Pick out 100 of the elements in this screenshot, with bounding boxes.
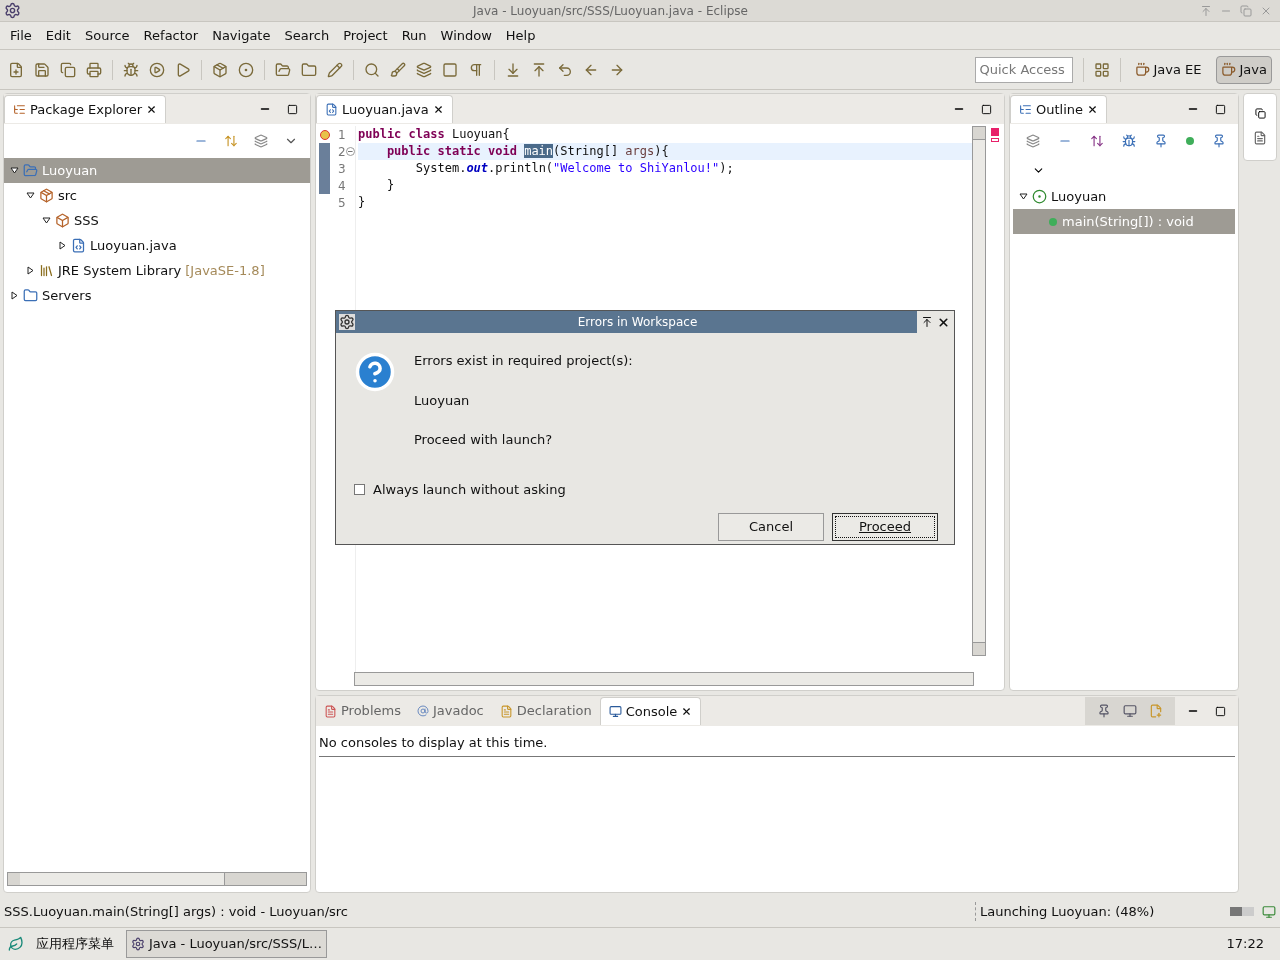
progress-view-icon[interactable]: [1262, 904, 1276, 919]
open-perspective-icon[interactable]: [1093, 61, 1110, 78]
taskbar-window-button[interactable]: Java - Luoyuan/src/SSS/L…: [126, 930, 327, 958]
close-icon[interactable]: [432, 104, 444, 115]
maximize-icon[interactable]: [287, 103, 298, 115]
new-file-icon[interactable]: [8, 61, 24, 78]
perspective-icon: [1220, 62, 1236, 77]
maximize-icon[interactable]: [1215, 103, 1226, 115]
package-folder-icon: [39, 188, 54, 203]
dialog-message: Proceed with launch?: [414, 431, 554, 449]
maximize-icon[interactable]: [981, 103, 992, 115]
project-folder-icon: [23, 163, 38, 178]
run-icon[interactable]: [149, 61, 165, 78]
menu-item[interactable]: Run: [401, 25, 427, 46]
collapsed-triangle-icon[interactable]: [26, 266, 35, 275]
tree-item[interactable]: Servers: [4, 283, 310, 308]
java-file-icon: [71, 238, 86, 253]
dialog-button[interactable]: Proceed: [832, 513, 938, 541]
expanded-triangle-icon[interactable]: [1019, 192, 1028, 201]
dialog-message: Luoyuan: [414, 391, 471, 410]
sort-icon[interactable]: [1090, 134, 1104, 148]
view-tab[interactable]: Declaration: [491, 697, 600, 725]
perspective-button[interactable]: Java: [1215, 55, 1272, 84]
menu-item[interactable]: Source: [84, 25, 130, 46]
quick-access-field[interactable]: Quick Access: [974, 56, 1073, 83]
public-members-filter-icon[interactable]: [1186, 137, 1194, 145]
question-icon: [354, 351, 396, 393]
menu-item[interactable]: Navigate: [212, 25, 271, 46]
previous-annotation-icon[interactable]: [531, 61, 547, 78]
java-file-icon: [325, 103, 338, 116]
package-icon: [55, 213, 70, 228]
perspective-button[interactable]: Java EE: [1130, 55, 1206, 84]
dialog-button[interactable]: Cancel: [718, 513, 824, 541]
view-tab[interactable]: Problems: [316, 697, 409, 725]
horizontal-scrollbar[interactable]: [7, 872, 307, 886]
new-package-icon[interactable]: [212, 61, 228, 78]
open-type-icon[interactable]: [275, 61, 291, 78]
always-launch-checkbox[interactable]: Always launch without asking: [336, 479, 954, 499]
view-tab[interactable]: Outline: [1010, 95, 1108, 123]
expanded-triangle-icon[interactable]: [10, 166, 19, 175]
display-console-icon[interactable]: [1123, 704, 1137, 718]
line-number: 1: [338, 126, 347, 144]
task-list-icon[interactable]: [1253, 131, 1267, 145]
eclipse-gear-icon[interactable]: [4, 2, 21, 19]
view-tab[interactable]: Console: [599, 697, 702, 725]
applications-menu-button[interactable]: 应用程序菜单: [32, 934, 118, 954]
declaration-icon: [499, 704, 513, 718]
class-icon: [1032, 189, 1047, 204]
pilcrow-icon[interactable]: [468, 61, 484, 78]
last-edit-icon[interactable]: [557, 61, 573, 78]
dialog-message: Errors exist in required project(s):: [414, 352, 633, 370]
tree-item[interactable]: SSS: [4, 208, 310, 233]
eclipse-gear-icon[interactable]: [339, 314, 355, 330]
menu-item[interactable]: Refactor: [143, 25, 199, 46]
tree-item[interactable]: src: [4, 183, 310, 208]
next-annotation-icon[interactable]: [505, 61, 521, 78]
app-menu-leaf-icon[interactable]: [8, 936, 24, 952]
horizontal-scrollbar[interactable]: [354, 672, 974, 686]
view-tab[interactable]: Package Explorer: [4, 95, 167, 123]
menu-item[interactable]: Edit: [45, 25, 71, 46]
link-editor-icon[interactable]: [224, 134, 238, 148]
code-line: public class Luoyuan{: [358, 126, 511, 143]
menu-item[interactable]: Search: [284, 25, 330, 46]
save-icon[interactable]: [34, 61, 50, 78]
warning-overview-marker[interactable]: [991, 138, 999, 142]
close-icon[interactable]: [1087, 104, 1099, 115]
close-icon[interactable]: [937, 315, 950, 329]
collapsed-triangle-icon[interactable]: [10, 291, 19, 300]
tree-item[interactable]: JRE System Library [JavaSE-1.8]: [4, 258, 310, 283]
line-number: 3: [338, 160, 347, 178]
close-icon[interactable]: [146, 104, 158, 115]
menu-item[interactable]: Window: [440, 25, 492, 46]
progress-bar: [1230, 907, 1254, 916]
library-qualifier: [JavaSE-1.8]: [185, 261, 265, 280]
view-tab[interactable]: Luoyuan.java: [316, 95, 453, 123]
close-icon[interactable]: [681, 706, 693, 717]
tree-item[interactable]: Luoyuan.java: [4, 233, 310, 258]
restore-icon[interactable]: [1254, 108, 1266, 119]
error-marker-icon[interactable]: [319, 129, 330, 140]
method-dot-icon: [1048, 216, 1058, 227]
collapsed-triangle-icon[interactable]: [58, 241, 67, 250]
window-title: Java - Luoyuan/src/SSS/Luoyuan.java - Eclipse: [471, 2, 749, 20]
save-all-icon[interactable]: [60, 61, 76, 78]
pin-icon[interactable]: [1097, 704, 1111, 718]
expanded-triangle-icon[interactable]: [26, 191, 35, 200]
print-icon[interactable]: [86, 61, 102, 78]
vertical-scrollbar[interactable]: [972, 126, 986, 656]
open-task-icon[interactable]: [301, 61, 317, 78]
view-tab[interactable]: Javadoc: [408, 697, 492, 725]
tree-item[interactable]: Luoyuan: [1013, 184, 1235, 209]
expanded-triangle-icon[interactable]: [42, 216, 51, 225]
shade-icon[interactable]: [921, 316, 933, 328]
debug-icon[interactable]: [123, 61, 139, 78]
problems-icon: [324, 704, 337, 718]
menu-item[interactable]: File: [10, 25, 32, 46]
maximize-icon[interactable]: [1215, 705, 1226, 717]
menu-item[interactable]: Project: [343, 25, 388, 46]
menu-item[interactable]: Help: [505, 25, 536, 46]
console-message: No consoles to display at this time.: [319, 735, 548, 750]
error-overview-marker[interactable]: [991, 128, 999, 136]
